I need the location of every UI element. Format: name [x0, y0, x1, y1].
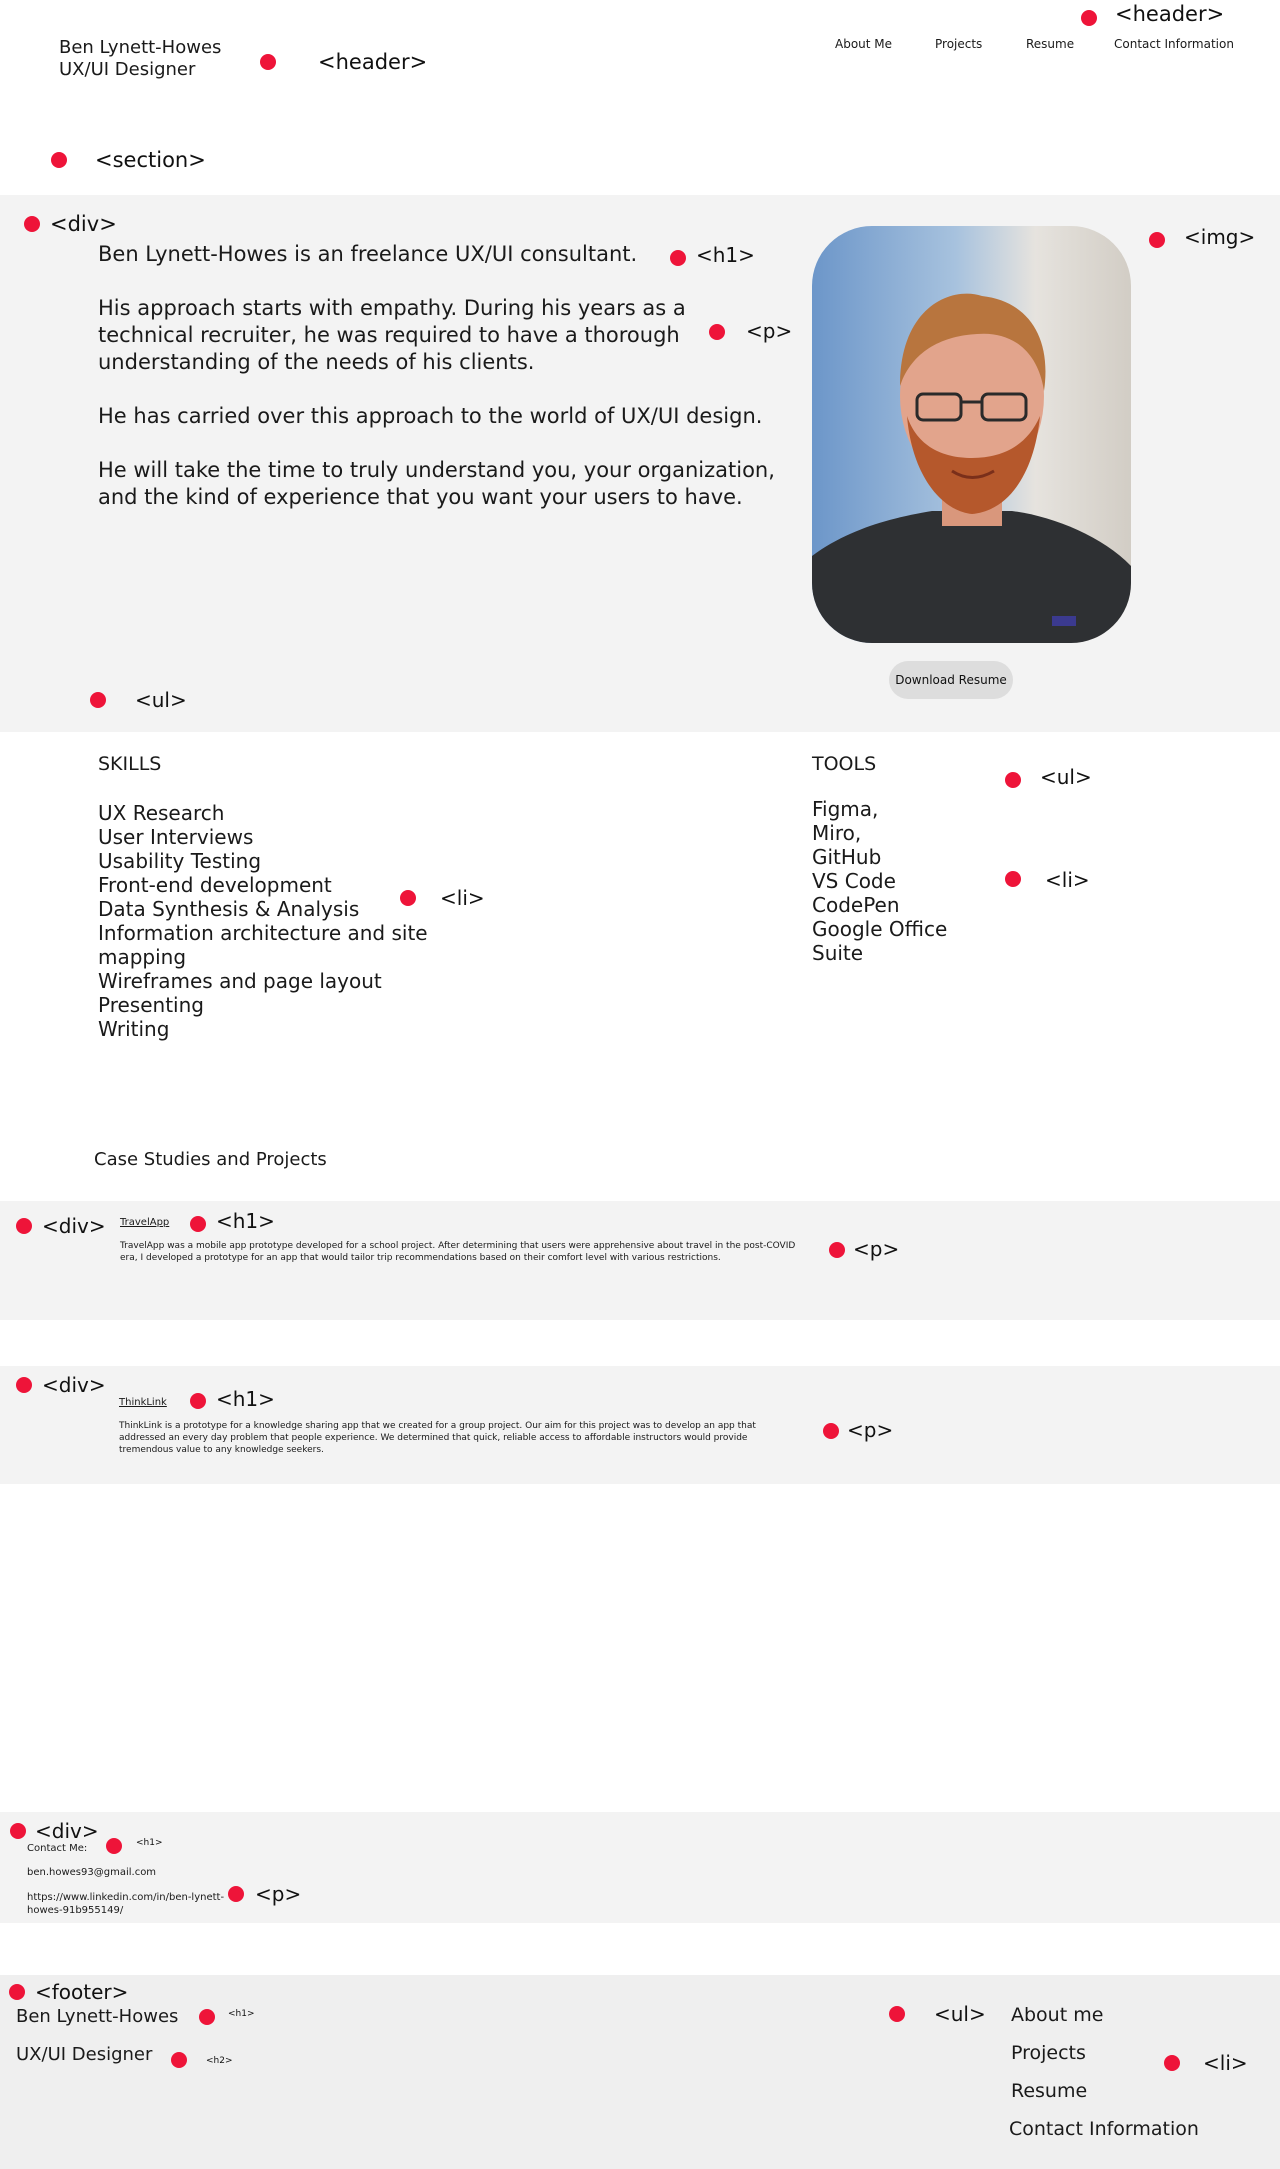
annotation-label-img: <img> [1184, 225, 1256, 249]
annotation-marker [1149, 232, 1165, 248]
about-paragraph: His approach starts with empathy. During… [98, 296, 686, 374]
annotation-marker [171, 2052, 187, 2068]
annotation-marker [709, 324, 725, 340]
annotation-marker [889, 2006, 905, 2022]
footer-link-resume[interactable]: Resume [1011, 2080, 1087, 2102]
header-name: Ben Lynett-Howes [59, 37, 222, 58]
profile-photo [812, 226, 1131, 643]
project-title-link[interactable]: TravelApp [120, 1217, 169, 1228]
project-title-link[interactable]: ThinkLink [119, 1397, 167, 1408]
tools-list-item: Miro, [812, 821, 862, 845]
annotation-label-p: <p> [255, 1882, 302, 1906]
footer-name: Ben Lynett-Howes [16, 2006, 179, 2027]
annotation-marker [90, 692, 106, 708]
download-resume-button[interactable]: Download Resume [889, 661, 1013, 699]
annotation-label-ul: <ul> [135, 688, 187, 712]
annotation-label-header: <header> [318, 50, 428, 74]
about-paragraph: He will take the time to truly understan… [98, 458, 775, 509]
skills-list-item: User Interviews [98, 825, 254, 849]
annotation-marker [51, 152, 67, 168]
annotation-marker [1005, 871, 1021, 887]
contact-title: Contact Me: [27, 1843, 88, 1854]
annotation-marker [400, 890, 416, 906]
annotation-label-ul: <ul> [1040, 765, 1092, 789]
annotation-marker [228, 1886, 244, 1902]
tools-title: TOOLS [812, 753, 877, 775]
annotation-marker [10, 1823, 26, 1839]
annotation-label-header-nav: <header> [1115, 2, 1225, 26]
skills-list-item: Presenting [98, 993, 204, 1017]
footer-link-about-me[interactable]: About me [1011, 2004, 1103, 2026]
annotation-label-div: <div> [42, 1373, 106, 1397]
skills-list-item: Usability Testing [98, 849, 262, 873]
skills-title: SKILLS [98, 753, 162, 775]
project-description: ThinkLink is a prototype for a knowledge… [119, 1421, 756, 1455]
annotation-marker [823, 1423, 839, 1439]
nav-resume[interactable]: Resume [1026, 37, 1074, 51]
annotation-marker [829, 1242, 845, 1258]
tools-list-item: Google Office Suite [812, 917, 948, 965]
annotation-label-li: <li> [1203, 2051, 1248, 2075]
annotation-label-div: <div> [35, 1819, 99, 1843]
nav-projects[interactable]: Projects [935, 37, 982, 51]
annotation-label-h1: <h1> [696, 243, 755, 267]
annotation-label-footer: <footer> [35, 1980, 129, 2004]
annotation-marker [1164, 2055, 1180, 2071]
annotation-label-h1: <h1> [136, 1838, 163, 1848]
nav-contact-information[interactable]: Contact Information [1114, 37, 1234, 51]
annotation-label-li: <li> [1045, 868, 1090, 892]
annotation-marker [670, 250, 686, 266]
projects-title: Case Studies and Projects [94, 1149, 327, 1170]
annotation-label-p: <p> [853, 1237, 900, 1261]
annotation-marker [9, 1984, 25, 2000]
header-brand[interactable]: Ben Lynett-Howes UX/UI Designer [59, 37, 221, 81]
profile-photo-image [812, 226, 1131, 643]
annotation-marker [199, 2009, 215, 2025]
skills-list: UX Research User Interviews Usability Te… [98, 801, 428, 1041]
annotation-label-li: <li> [440, 886, 485, 910]
annotation-label-ul: <ul> [934, 2002, 986, 2026]
footer-link-contact-information[interactable]: Contact Information [1009, 2118, 1199, 2140]
annotation-marker [190, 1393, 206, 1409]
skills-list-item: Information architecture and site mappin… [98, 921, 428, 969]
header-role: UX/UI Designer [59, 59, 196, 80]
about-paragraph: He has carried over this approach to the… [98, 404, 763, 428]
annotation-label-h1: <h1> [216, 1387, 275, 1411]
contact-linkedin-link[interactable]: https://www.linkedin.com/in/ben-lynett-h… [27, 1891, 227, 1917]
annotation-label-div: <div> [42, 1214, 106, 1238]
tools-list: Figma, Miro, GitHub VS Code CodePen Goog… [812, 797, 962, 965]
nav-about-me[interactable]: About Me [835, 37, 892, 51]
skills-list-item: Writing [98, 1017, 170, 1041]
tools-list-item: VS Code [812, 869, 896, 893]
annotation-marker [260, 54, 276, 70]
annotation-marker [16, 1377, 32, 1393]
skills-list-item: Front-end development [98, 873, 332, 897]
contact-email-link[interactable]: ben.howes93@gmail.com [27, 1867, 156, 1878]
annotation-label-h1: <h1> [216, 1209, 275, 1233]
footer-link-projects[interactable]: Projects [1011, 2042, 1086, 2064]
annotation-marker [1081, 10, 1097, 26]
footer-role: UX/UI Designer [16, 2044, 153, 2065]
annotation-label-section: <section> [95, 148, 206, 172]
annotation-marker [106, 1838, 122, 1854]
annotation-marker [16, 1218, 32, 1234]
skills-list-item: UX Research [98, 801, 225, 825]
skills-list-item: Data Synthesis & Analysis [98, 897, 360, 921]
tools-list-item: Figma, [812, 797, 879, 821]
tools-list-item: CodePen [812, 893, 900, 917]
annotation-marker [24, 216, 40, 232]
annotation-label-p: <p> [847, 1418, 894, 1442]
tools-list-item: GitHub [812, 845, 882, 869]
skills-list-item: Wireframes and page layout [98, 969, 382, 993]
annotation-label-h1: <h1> [228, 2009, 255, 2019]
annotation-marker [190, 1216, 206, 1232]
annotation-marker [1005, 772, 1021, 788]
annotation-label-p: <p> [746, 319, 793, 343]
project-description: TravelApp was a mobile app prototype dev… [120, 1241, 796, 1263]
annotation-label-h2: <h2> [206, 2056, 233, 2066]
annotation-label-div: <div> [50, 212, 117, 236]
